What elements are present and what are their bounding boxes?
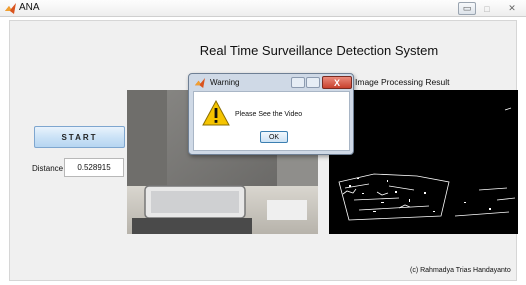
distance-field[interactable]: 0.528915 <box>64 158 124 177</box>
distance-label: Distance <box>32 164 64 173</box>
matlab-logo-icon <box>5 3 16 14</box>
result-label: Image Processing Result <box>355 77 450 87</box>
ok-button[interactable]: OK <box>260 131 288 143</box>
close-button[interactable]: ✕ <box>502 2 522 15</box>
window-left-edge <box>0 17 9 285</box>
credit-text: (c) Rahmadya Trias Handayanto <box>410 267 511 274</box>
maximize-button[interactable]: □ <box>478 2 496 15</box>
edge-detection-image <box>329 90 518 234</box>
warning-triangle-icon <box>202 100 230 126</box>
page-title: Real Time Surveillance Detection System <box>199 43 439 58</box>
start-button[interactable]: START <box>34 126 125 148</box>
matlab-logo-icon <box>195 78 205 88</box>
warning-dialog: Warning X Please See the Video OK <box>188 73 354 155</box>
dialog-body: Please See the Video OK <box>193 91 350 151</box>
window-title: ANA <box>19 2 40 13</box>
dialog-minimize-button[interactable] <box>291 77 305 88</box>
dialog-close-button[interactable]: X <box>322 76 352 89</box>
processing-result-image <box>329 90 518 234</box>
dialog-maximize-button[interactable] <box>306 77 320 88</box>
title-bar: ANA ▭ □ ✕ <box>0 0 526 17</box>
main-window: ANA ▭ □ ✕ Real Time Surveillance Detecti… <box>0 0 526 285</box>
minimize-button[interactable]: ▭ <box>458 2 476 15</box>
dialog-message: Please See the Video <box>235 111 303 118</box>
dialog-title: Warning <box>210 78 240 87</box>
